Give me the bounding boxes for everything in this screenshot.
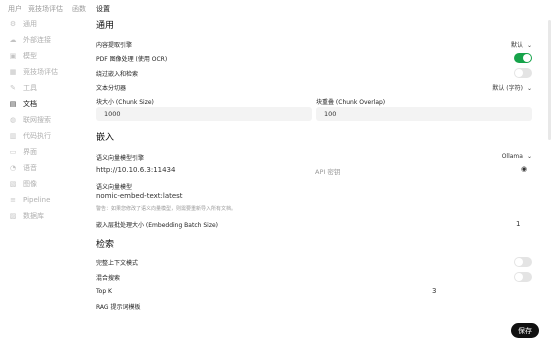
chevron-down-icon: ⌄	[526, 42, 532, 49]
hybrid-search-label: 混合搜索	[96, 275, 121, 282]
sidebar-item-images[interactable]: ▧ 图像	[8, 177, 37, 191]
sidebar-item-tools[interactable]: ✎ 工具	[8, 81, 37, 95]
documents-settings-panel: 通用 内容提取引擎 默认 ⌄ PDF 图像处理 (使用 OCR) 绕过嵌入和检索 …	[96, 16, 536, 347]
tab-users[interactable]: 用户	[8, 4, 22, 14]
sidebar-item-general[interactable]: ⚙ 通用	[8, 17, 37, 31]
content-extraction-value: 默认	[510, 42, 523, 49]
toggle-knob	[523, 54, 531, 62]
retrieval-section-title: 检索	[96, 240, 115, 250]
tab-functions[interactable]: 函数	[72, 4, 86, 14]
tab-settings[interactable]: 设置	[96, 4, 110, 14]
sidebar-item-web-search[interactable]: ◍ 联网搜索	[8, 113, 51, 127]
monitor-icon: ▭	[9, 148, 17, 156]
full-context-toggle[interactable]	[514, 257, 532, 267]
ollama-url-input[interactable]: http://10.10.6.3:11434	[96, 166, 175, 174]
content-extraction-label: 内容提取引擎	[96, 42, 133, 49]
embedding-warning-text: 警告：如果您修改了语义向量模型，则需要重新导入所有文档。	[96, 206, 237, 212]
text-splitter-select[interactable]: 默认 (字符) ⌄	[492, 83, 532, 92]
sidebar-item-label: 图像	[23, 180, 37, 188]
chunk-size-label: 块大小 (Chunk Size)	[96, 99, 154, 106]
top-k-label: Top K	[96, 288, 112, 295]
save-button[interactable]: 保存	[511, 323, 539, 338]
sidebar-item-label: 通用	[23, 20, 37, 28]
chunk-overlap-input[interactable]: 100	[316, 107, 532, 121]
toggle-knob	[515, 69, 523, 77]
sidebar-item-label: 界面	[23, 148, 37, 156]
top-k-input[interactable]: 3	[432, 287, 436, 295]
embedding-section-title: 嵌入	[96, 133, 115, 143]
chevron-down-icon: ⌄	[526, 153, 532, 160]
hybrid-search-toggle[interactable]	[514, 272, 532, 282]
sidebar-item-label: 代码执行	[23, 132, 51, 140]
sidebar-item-label: 语音	[23, 164, 37, 172]
sidebar-item-label: 竞技场评估	[23, 68, 58, 76]
general-section-title: 通用	[96, 21, 115, 31]
bypass-embedding-toggle[interactable]	[514, 68, 532, 78]
globe-icon: ◍	[9, 116, 17, 124]
toggle-knob	[515, 273, 523, 281]
embedding-engine-label: 语义向量模型引擎	[96, 155, 145, 162]
sidebar-item-evaluations[interactable]: ▦ 竞技场评估	[8, 65, 58, 79]
pdf-ocr-toggle[interactable]	[514, 53, 532, 63]
api-key-input[interactable]: API 密钥	[315, 166, 340, 176]
sidebar-item-label: Pipeline	[23, 196, 51, 204]
sidebar-item-connections[interactable]: ☁ 外部连接	[8, 33, 52, 47]
sidebar-item-label: 联网搜索	[23, 116, 51, 124]
gear-icon: ⚙	[9, 20, 17, 28]
scrollbar[interactable]	[548, 20, 551, 140]
chevron-down-icon: ⌄	[526, 85, 532, 92]
cube-icon: ▣	[9, 52, 17, 60]
top-tabs: 用户 竞技场评估 函数 设置	[0, 0, 554, 16]
sidebar-item-pipelines[interactable]: ≡ Pipeline	[8, 193, 50, 207]
sidebar-item-audio[interactable]: ◔ 语音	[8, 161, 37, 175]
tab-arena[interactable]: 竞技场评估	[28, 4, 63, 14]
audio-icon: ◔	[9, 164, 17, 172]
settings-window: 用户 竞技场评估 函数 设置 ⚙ 通用 ☁ 外部连接 ▣ 模型 ▦ 竞技场评估 …	[0, 0, 554, 347]
text-splitter-value: 默认 (字符)	[492, 85, 523, 92]
pipeline-icon: ≡	[10, 196, 16, 204]
settings-sidebar: ⚙ 通用 ☁ 外部连接 ▣ 模型 ▦ 竞技场评估 ✎ 工具 ▤ 文档 ◍ 联网搜…	[0, 16, 88, 347]
full-context-label: 完整上下文模式	[96, 260, 139, 267]
sidebar-item-label: 工具	[23, 84, 37, 92]
sidebar-item-documents[interactable]: ▤ 文档	[8, 97, 37, 111]
embedding-model-input[interactable]: nomic-embed-text:latest	[96, 192, 183, 200]
sidebar-item-label: 数据库	[23, 212, 44, 220]
chunk-size-input[interactable]: 1000	[96, 107, 312, 121]
sidebar-item-label: 外部连接	[23, 36, 51, 44]
rag-template-label: RAG 提示词模板	[96, 304, 141, 311]
embedding-engine-select[interactable]: Ollama ⌄	[502, 153, 532, 160]
terminal-icon: ▥	[9, 132, 17, 140]
sidebar-item-interface[interactable]: ▭ 界面	[8, 145, 37, 159]
embedding-batch-value[interactable]: 1	[516, 220, 520, 228]
embedding-batch-label: 嵌入层批处理大小 (Embedding Batch Size)	[96, 222, 218, 229]
image-icon: ▧	[9, 180, 17, 188]
chunk-overlap-label: 块重叠 (Chunk Overlap)	[316, 99, 386, 106]
sidebar-item-database[interactable]: ▨ 数据库	[8, 209, 44, 223]
sidebar-item-label: 模型	[23, 52, 37, 60]
embedding-model-label: 语义向量模型	[96, 184, 133, 191]
toggle-knob	[515, 258, 523, 266]
database-icon: ▨	[9, 212, 17, 220]
eye-icon[interactable]: ◉	[521, 165, 527, 173]
sidebar-item-code-execution[interactable]: ▥ 代码执行	[8, 129, 51, 143]
wrench-icon: ✎	[10, 84, 16, 92]
bypass-embedding-label: 绕过嵌入和检索	[96, 71, 139, 78]
text-splitter-label: 文本分切器	[96, 85, 127, 92]
cloud-icon: ☁	[9, 36, 17, 44]
document-icon: ▤	[9, 100, 17, 108]
sidebar-item-models[interactable]: ▣ 模型	[8, 49, 37, 63]
sidebar-item-label: 文档	[23, 100, 37, 108]
embedding-engine-value: Ollama	[501, 153, 523, 160]
chart-icon: ▦	[9, 68, 17, 76]
pdf-ocr-label: PDF 图像处理 (使用 OCR)	[96, 56, 168, 63]
content-extraction-select[interactable]: 默认 ⌄	[511, 40, 532, 49]
